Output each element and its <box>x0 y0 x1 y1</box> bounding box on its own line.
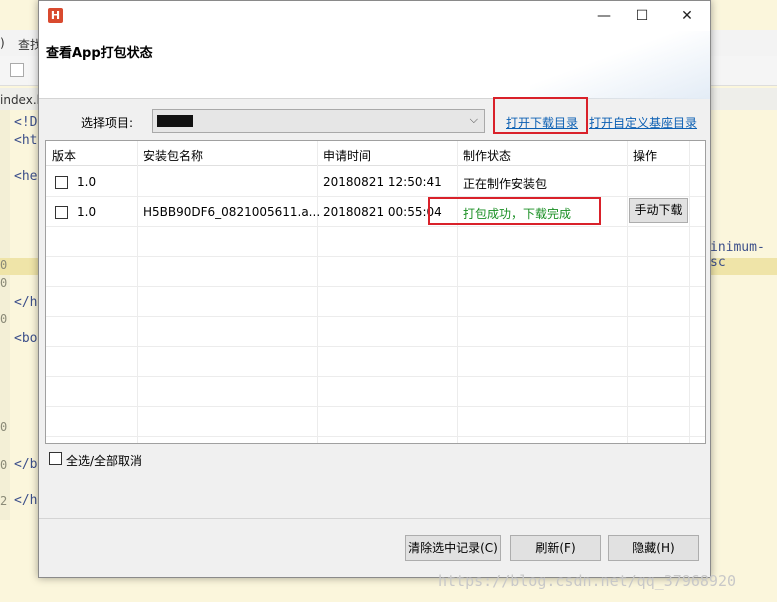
cell-version: 1.0 <box>77 205 97 219</box>
minimize-button[interactable]: — <box>587 5 621 27</box>
package-table: 版本 安装包名称 申请时间 制作状态 操作 1.0 20180821 12:50… <box>45 140 706 444</box>
row-divider <box>46 286 705 287</box>
line-number: 0 <box>0 458 8 472</box>
cell-version: 1.0 <box>77 175 97 189</box>
cell-status: 正在制作安装包 <box>463 177 548 191</box>
row-divider <box>46 196 705 197</box>
highlight-box <box>428 197 601 225</box>
code-line: </h <box>14 295 38 310</box>
header-package-name[interactable]: 安装包名称 <box>143 147 203 164</box>
code-line-right: inimum-sc <box>710 240 765 270</box>
line-number: 0 <box>0 420 8 434</box>
dialog-title: 查看App打包状态 <box>46 46 153 61</box>
project-select[interactable]: ⌵ <box>152 109 485 133</box>
row-checkbox[interactable] <box>55 206 68 219</box>
select-all-checkbox[interactable] <box>49 452 62 465</box>
dialog-header: H — ☐ ✕ 查看App打包状态 <box>39 1 710 99</box>
edit-icon[interactable] <box>10 63 24 77</box>
row-divider <box>46 256 705 257</box>
line-number: 2 <box>0 494 8 508</box>
header-version[interactable]: 版本 <box>52 147 76 164</box>
column-divider <box>627 141 628 443</box>
row-divider <box>46 376 705 377</box>
chevron-down-icon: ⌵ <box>469 113 478 126</box>
header-request-time[interactable]: 申请时间 <box>323 147 371 164</box>
watermark: https://blog.csdn.net/qq_37968920 <box>438 572 737 590</box>
cell-request-time: 20180821 12:50:41 <box>323 175 442 189</box>
project-select-value <box>157 115 193 127</box>
manual-download-button[interactable]: 手动下载 <box>629 198 688 223</box>
column-divider <box>137 141 138 443</box>
clear-selected-button[interactable]: 清除选中记录(C) <box>405 535 501 561</box>
line-number: 0 <box>0 258 8 272</box>
row-divider <box>46 436 705 437</box>
select-all-label[interactable]: 全选/全部取消 <box>66 452 142 469</box>
hide-button[interactable]: 隐藏(H) <box>608 535 699 561</box>
close-button[interactable]: ✕ <box>670 5 704 27</box>
row-divider <box>46 226 705 227</box>
row-checkbox[interactable] <box>55 176 68 189</box>
code-line: <ht <box>14 133 38 148</box>
code-line: <bo <box>14 331 38 346</box>
code-line: <!D <box>14 115 38 130</box>
refresh-button[interactable]: 刷新(F) <box>510 535 601 561</box>
row-divider <box>46 316 705 317</box>
open-custom-base-dir-link[interactable]: 打开自定义基座目录 <box>589 114 697 131</box>
packaging-status-dialog: H — ☐ ✕ 查看App打包状态 选择项目: ⌵ 打开下载目录 打开自定义基座… <box>38 0 711 578</box>
maximize-button[interactable]: ☐ <box>625 5 659 27</box>
header-status[interactable]: 制作状态 <box>463 147 511 164</box>
cell-request-time: 20180821 00:55:04 <box>323 205 442 219</box>
project-label: 选择项目: <box>81 116 134 130</box>
header-decoration <box>530 31 710 99</box>
hbuilder-icon: H <box>48 8 63 23</box>
column-divider <box>317 141 318 443</box>
code-line: </b <box>14 457 38 472</box>
row-divider <box>46 346 705 347</box>
code-line: </h <box>14 493 38 508</box>
column-divider <box>457 141 458 443</box>
open-download-dir-link[interactable]: 打开下载目录 <box>506 114 578 131</box>
editor-menu-item[interactable]: ) <box>0 36 5 50</box>
code-line: <he <box>14 169 38 184</box>
line-number: 0 <box>0 312 8 326</box>
cell-package-name: H5BB90DF6_0821005611.a... <box>143 205 321 219</box>
column-divider <box>689 141 690 443</box>
line-number: 0 <box>0 276 8 290</box>
header-action[interactable]: 操作 <box>633 147 657 164</box>
row-divider <box>46 406 705 407</box>
